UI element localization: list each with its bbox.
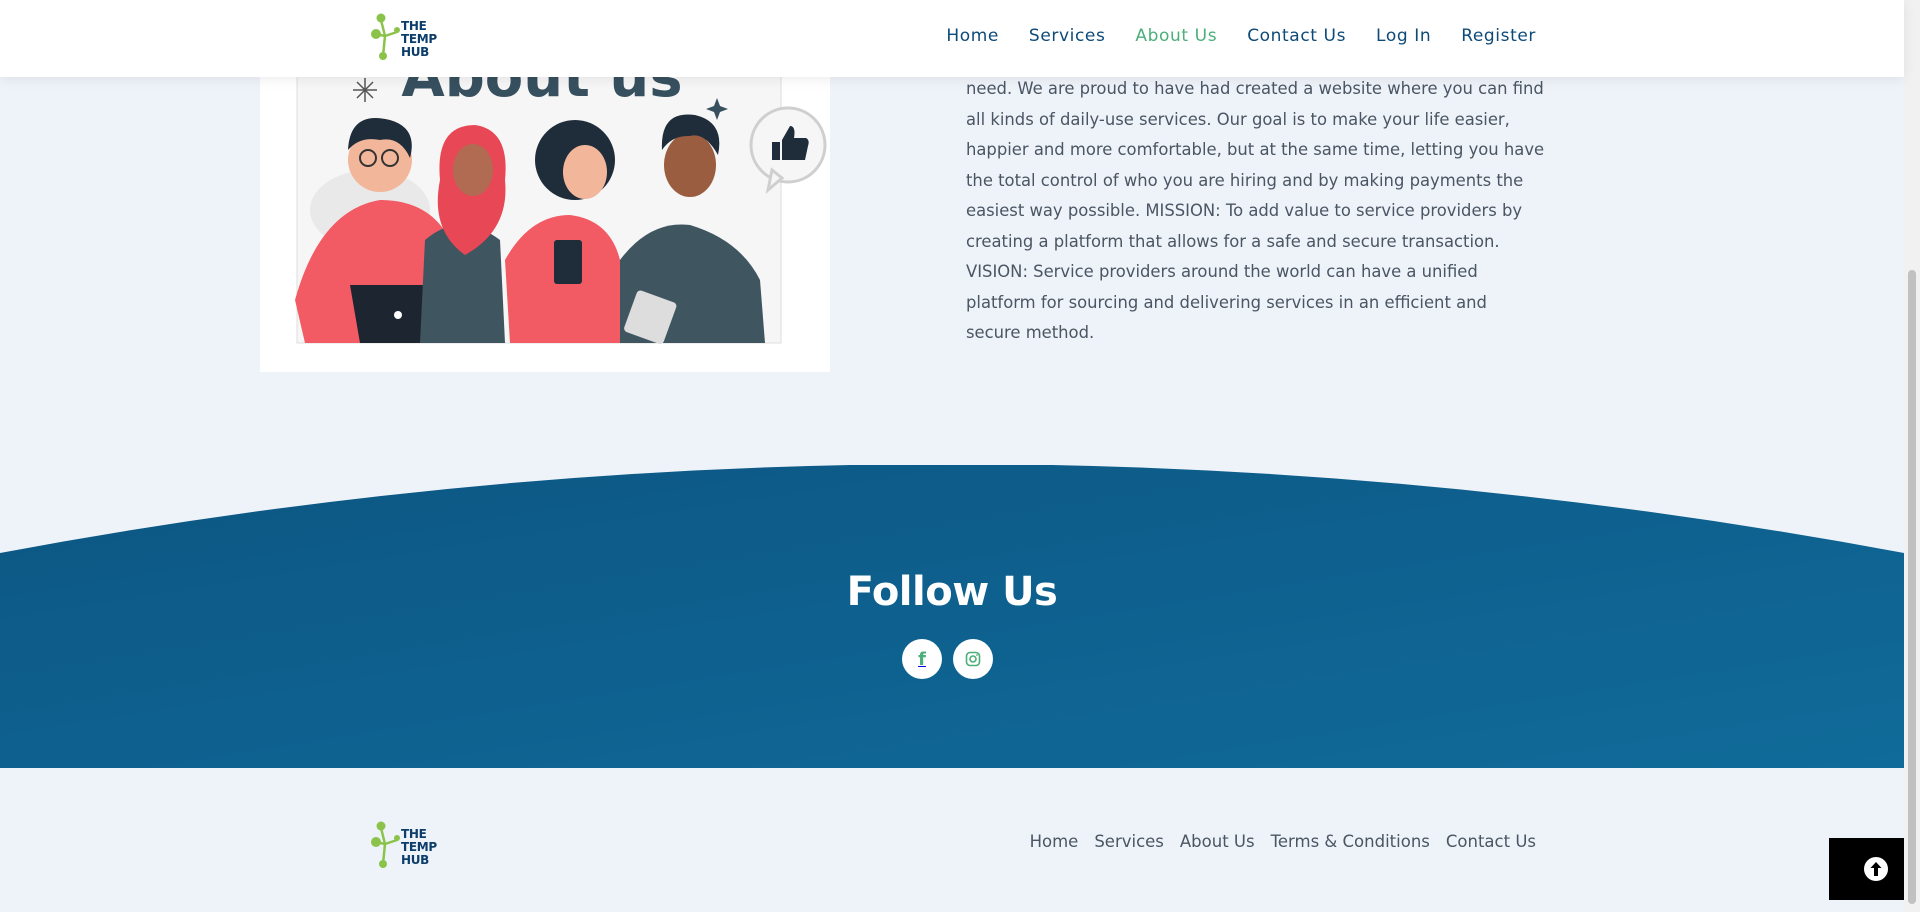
follow-section: Follow Us f: [0, 465, 1904, 768]
nav-contact-us[interactable]: Contact Us: [1247, 26, 1346, 46]
site-header: THE TEMP HUB Home Services About Us Cont…: [0, 0, 1904, 77]
nav-register[interactable]: Register: [1461, 26, 1536, 46]
facebook-icon: f: [918, 648, 926, 670]
nav-about-us[interactable]: About Us: [1135, 26, 1217, 46]
instagram-icon: [965, 651, 981, 667]
footer-nav-home[interactable]: Home: [1030, 832, 1079, 851]
footer-nav-services[interactable]: Services: [1094, 832, 1164, 851]
arrow-up-circle-icon: [1864, 857, 1888, 881]
main-nav: Home Services About Us Contact Us Log In…: [916, 26, 1536, 46]
header-logo[interactable]: THE TEMP HUB: [371, 8, 441, 64]
footer-logo[interactable]: THE TEMP HUB: [371, 816, 441, 872]
team-illustration: About us: [295, 40, 827, 344]
footer-nav: Home Services About Us Terms & Condition…: [1014, 832, 1536, 851]
logo-text: THE TEMP HUB: [401, 20, 437, 59]
page-scrollbar[interactable]: [1904, 0, 1920, 912]
instagram-button[interactable]: [953, 639, 993, 679]
scrollbar-thumb[interactable]: [1908, 270, 1916, 904]
footer-nav-about-us[interactable]: About Us: [1180, 832, 1255, 851]
logo-line-3: HUB: [401, 45, 430, 59]
nav-home[interactable]: Home: [946, 26, 999, 46]
footer-nav-contact-us[interactable]: Contact Us: [1446, 832, 1536, 851]
about-description: need. We are proud to have had created a…: [966, 79, 1545, 342]
nav-services[interactable]: Services: [1029, 26, 1106, 46]
follow-wave-background: [0, 465, 1904, 768]
logo-line-3: HUB: [401, 853, 430, 867]
follow-us-title: Follow Us: [846, 569, 1058, 615]
nav-log-in[interactable]: Log In: [1376, 26, 1431, 46]
footer-nav-terms[interactable]: Terms & Conditions: [1271, 832, 1430, 851]
logo-text: THE TEMP HUB: [401, 828, 437, 867]
about-illustration: About us: [260, 40, 830, 372]
logo-molecule-icon: [371, 13, 400, 60]
logo-molecule-icon: [371, 821, 400, 868]
facebook-button[interactable]: f: [902, 639, 942, 679]
